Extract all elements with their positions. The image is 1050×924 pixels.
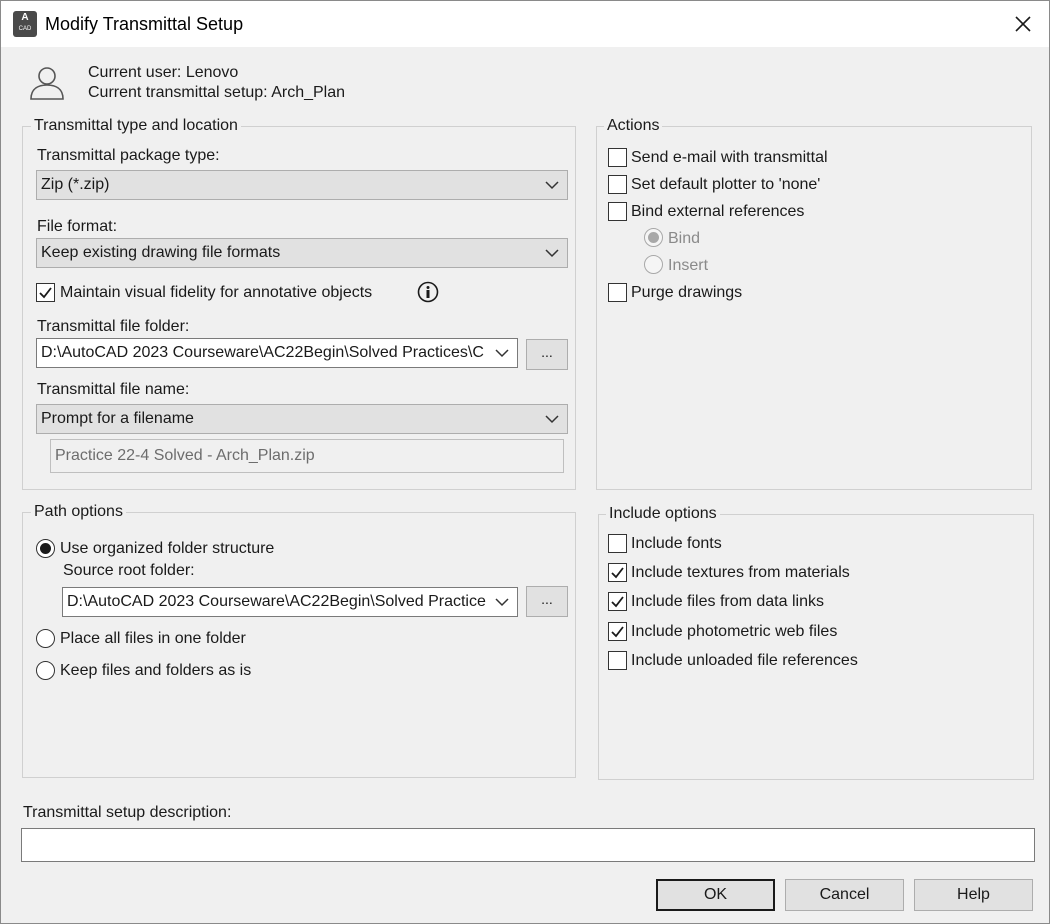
package-type-value: Zip (*.zip)	[41, 176, 110, 193]
bind-radio[interactable]	[644, 228, 663, 247]
app-icon-sub: CAD	[18, 26, 32, 32]
package-type-label: Transmittal package type:	[37, 147, 220, 164]
chevron-down-icon	[495, 349, 509, 358]
file-name-label: Transmittal file name:	[37, 381, 190, 398]
file-folder-value: D:\AutoCAD 2023 Courseware\AC22Begin\Sol…	[41, 344, 484, 361]
include-data-links-checkbox[interactable]	[608, 592, 627, 611]
description-label: Transmittal setup description:	[23, 804, 232, 821]
chevron-down-icon	[545, 181, 559, 190]
autocad-app-icon: A CAD	[13, 11, 37, 37]
bind-radio-label: Bind	[668, 230, 701, 247]
bind-xrefs-checkbox[interactable]	[608, 202, 627, 221]
file-name-preview-field: Practice 22-4 Solved - Arch_Plan.zip	[50, 439, 564, 473]
chevron-down-icon	[495, 598, 509, 607]
package-type-dropdown[interactable]: Zip (*.zip)	[36, 170, 568, 200]
browse-folder-button[interactable]: ...	[526, 339, 568, 370]
modify-transmittal-setup-dialog: A CAD Modify Transmittal Setup Current u…	[0, 0, 1050, 924]
file-name-dropdown[interactable]: Prompt for a filename	[36, 404, 568, 434]
source-root-value: D:\AutoCAD 2023 Courseware\AC22Begin\Sol…	[67, 593, 486, 610]
include-unloaded-label: Include unloaded file references	[631, 652, 858, 669]
file-format-value: Keep existing drawing file formats	[41, 244, 281, 261]
include-fonts-checkbox[interactable]	[608, 534, 627, 553]
send-email-checkbox[interactable]	[608, 148, 627, 167]
default-plotter-label: Set default plotter to 'none'	[631, 176, 821, 193]
include-options-legend: Include options	[606, 505, 720, 523]
file-format-label: File format:	[37, 218, 118, 235]
checkmark-icon	[611, 626, 624, 638]
user-icon	[30, 67, 64, 100]
insert-radio-label: Insert	[668, 257, 709, 274]
file-format-dropdown[interactable]: Keep existing drawing file formats	[36, 238, 568, 268]
include-photometric-label: Include photometric web files	[631, 623, 838, 640]
close-icon	[1015, 16, 1031, 32]
current-setup-text: Current transmittal setup: Arch_Plan	[88, 84, 346, 101]
chevron-down-icon	[545, 249, 559, 258]
default-plotter-checkbox[interactable]	[608, 175, 627, 194]
file-name-value: Prompt for a filename	[41, 410, 194, 427]
transmittal-type-location-legend: Transmittal type and location	[31, 117, 241, 135]
info-icon[interactable]	[417, 281, 439, 303]
file-folder-combobox[interactable]: D:\AutoCAD 2023 Courseware\AC22Begin\Sol…	[36, 338, 518, 368]
include-options-group	[598, 514, 1034, 780]
purge-drawings-checkbox[interactable]	[608, 283, 627, 302]
close-button[interactable]	[1007, 9, 1039, 39]
keep-as-is-label: Keep files and folders as is	[60, 662, 252, 679]
browse-source-root-button[interactable]: ...	[526, 586, 568, 617]
one-folder-radio[interactable]	[36, 629, 55, 648]
include-photometric-checkbox[interactable]	[608, 622, 627, 641]
description-input[interactable]	[21, 828, 1035, 862]
include-unloaded-checkbox[interactable]	[608, 651, 627, 670]
checkmark-icon	[611, 567, 624, 579]
help-button[interactable]: Help	[914, 879, 1033, 911]
path-options-legend: Path options	[31, 503, 126, 521]
maintain-fidelity-label: Maintain visual fidelity for annotative …	[60, 284, 373, 301]
app-icon-letter: A	[21, 12, 29, 23]
organized-structure-radio[interactable]	[36, 539, 55, 558]
checkmark-icon	[611, 596, 624, 608]
keep-as-is-radio[interactable]	[36, 661, 55, 680]
window-title: Modify Transmittal Setup	[45, 14, 244, 34]
source-root-combobox[interactable]: D:\AutoCAD 2023 Courseware\AC22Begin\Sol…	[62, 587, 518, 617]
bind-xrefs-label: Bind external references	[631, 203, 805, 220]
include-textures-label: Include textures from materials	[631, 564, 850, 581]
include-fonts-label: Include fonts	[631, 535, 722, 552]
actions-legend: Actions	[604, 117, 663, 135]
purge-drawings-label: Purge drawings	[631, 284, 743, 301]
cancel-button[interactable]: Cancel	[785, 879, 904, 911]
include-textures-checkbox[interactable]	[608, 563, 627, 582]
file-folder-label: Transmittal file folder:	[37, 318, 190, 335]
maintain-fidelity-checkbox[interactable]	[36, 283, 55, 302]
ok-button[interactable]: OK	[656, 879, 775, 911]
organized-structure-label: Use organized folder structure	[60, 540, 275, 557]
send-email-label: Send e-mail with transmittal	[631, 149, 828, 166]
title-bar: A CAD Modify Transmittal Setup	[1, 1, 1049, 47]
current-user-text: Current user: Lenovo	[88, 64, 239, 81]
chevron-down-icon	[545, 415, 559, 424]
one-folder-label: Place all files in one folder	[60, 630, 246, 647]
checkmark-icon	[39, 287, 52, 299]
include-data-links-label: Include files from data links	[631, 593, 824, 610]
source-root-label: Source root folder:	[63, 562, 195, 579]
insert-radio[interactable]	[644, 255, 663, 274]
